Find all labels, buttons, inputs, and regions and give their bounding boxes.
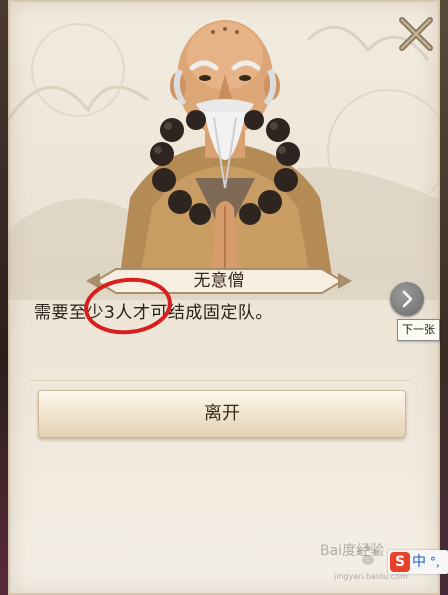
- next-tooltip: 下一张: [397, 319, 440, 341]
- background-right-edge: [440, 0, 448, 595]
- sogou-input-icon[interactable]: S: [390, 552, 410, 572]
- chevron-right-icon: [402, 290, 413, 308]
- ime-toolbar[interactable]: S 中 °,: [388, 550, 448, 574]
- ime-chinese-mode[interactable]: 中: [412, 552, 426, 572]
- background-left-edge: [0, 0, 8, 595]
- next-button[interactable]: [390, 282, 424, 316]
- close-x-icon[interactable]: [396, 14, 436, 54]
- game-screen: 无意僧 需要至少3人才可结成固定队。 下一张 离开 Bai度经验 jingyan…: [0, 0, 448, 595]
- ime-punctuation-mode[interactable]: °,: [430, 552, 440, 572]
- npc-monk-portrait: [120, 20, 332, 276]
- leave-button[interactable]: 离开: [38, 390, 406, 438]
- watermark-text: Bai度经验: [320, 543, 385, 559]
- divider: [30, 380, 410, 381]
- red-annotation-circle: [84, 277, 172, 335]
